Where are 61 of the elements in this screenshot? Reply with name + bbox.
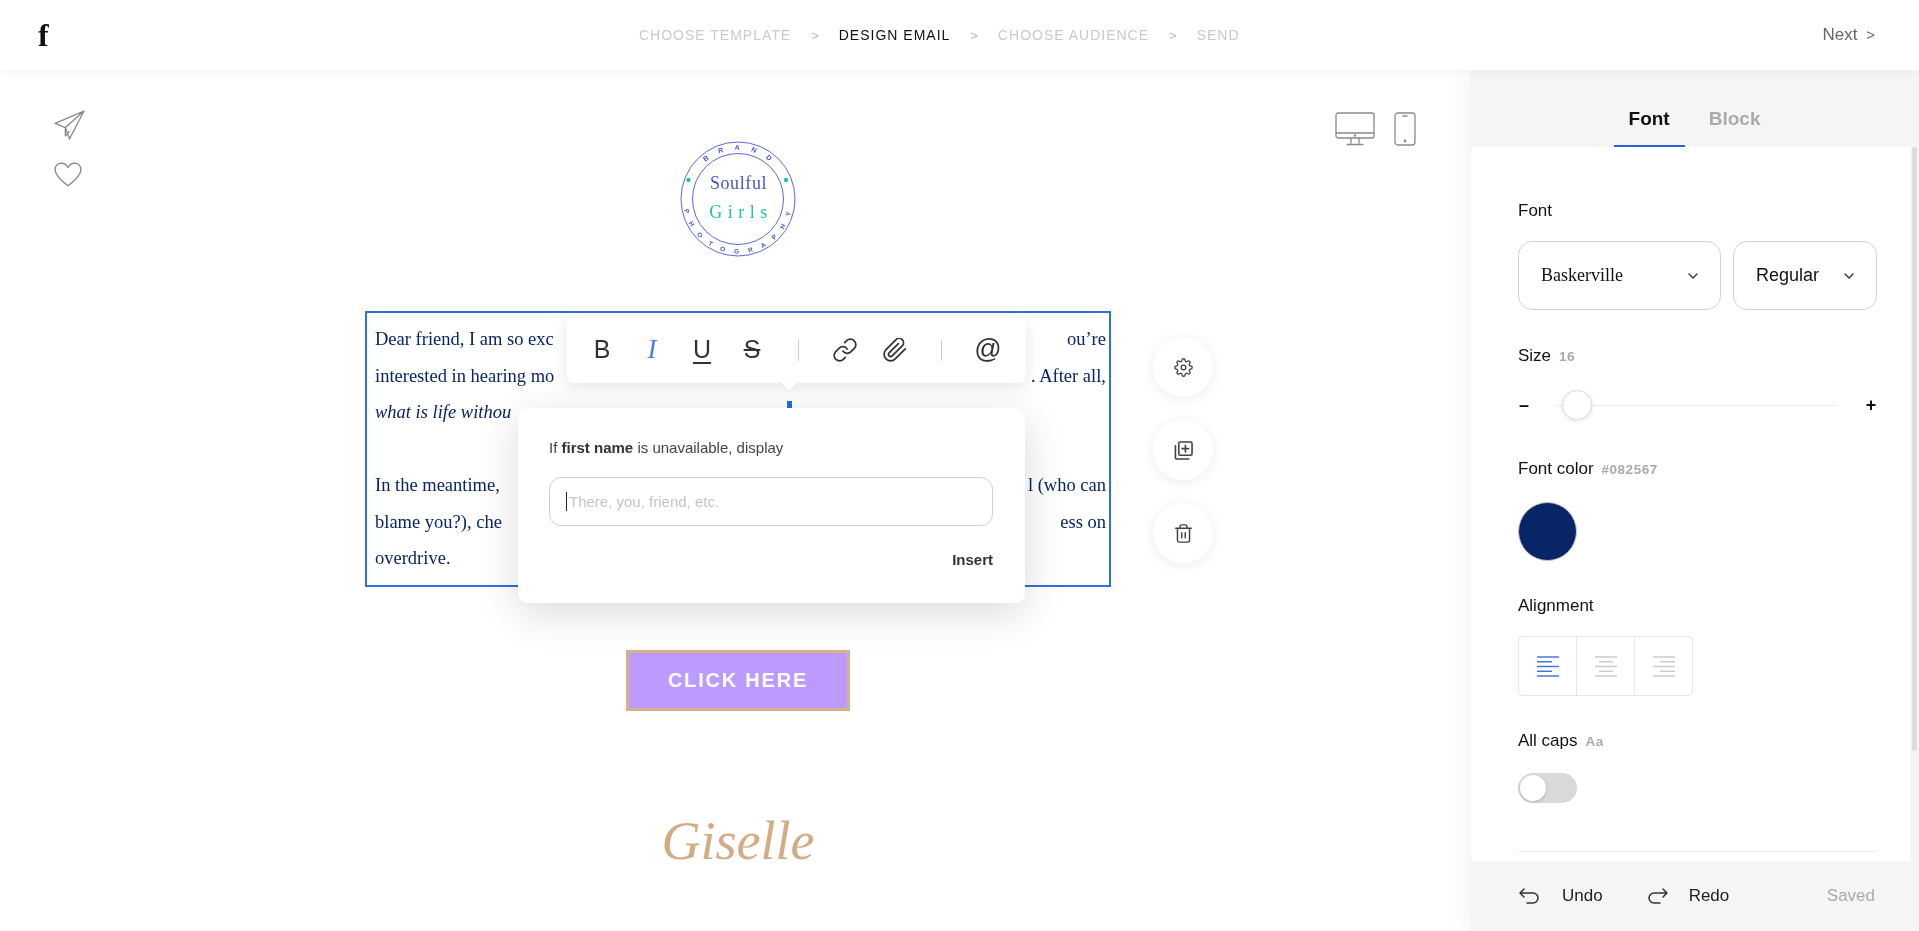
- signature-text: Giselle: [661, 809, 815, 873]
- scrollbar-thumb[interactable]: [1912, 147, 1917, 751]
- body-text: l (who can: [1027, 474, 1106, 497]
- mention-button[interactable]: @: [966, 327, 1010, 372]
- underline-button[interactable]: U: [680, 327, 724, 372]
- align-right-icon: [1651, 655, 1676, 677]
- heart-icon[interactable]: [54, 162, 82, 187]
- step-link[interactable]: DESIGN EMAIL: [838, 27, 951, 43]
- body-text: ess on: [1060, 510, 1106, 534]
- field-label: Font color: [1518, 458, 1594, 480]
- body-text: In the meantime,: [375, 474, 500, 497]
- slider-thumb[interactable]: [1561, 390, 1592, 420]
- monitor-icon[interactable]: [1335, 112, 1375, 146]
- caps-hint: Aa: [1585, 733, 1604, 751]
- font-weight-select[interactable]: Regular: [1733, 241, 1877, 310]
- text-cursor-icon: [787, 401, 792, 408]
- field-label: Font: [1518, 200, 1553, 222]
- align-left-icon: [1535, 655, 1560, 677]
- next-button[interactable]: Next >: [1822, 25, 1875, 45]
- trash-icon: [1173, 523, 1193, 543]
- undo-button[interactable]: Undo: [1518, 886, 1603, 906]
- body-text: . After all,: [1031, 364, 1106, 388]
- body-text: interested in hearing mo: [375, 364, 555, 388]
- step-separator: >: [811, 27, 819, 43]
- body-text: overdrive.: [375, 547, 451, 570]
- duplicate-icon: [1173, 440, 1193, 460]
- align-left-button[interactable]: [1518, 636, 1577, 696]
- chevron-down-icon: [1844, 272, 1854, 279]
- field-label: Size: [1518, 345, 1552, 367]
- body-text: what is life withou: [375, 401, 512, 424]
- align-center-icon: [1593, 655, 1618, 677]
- step-separator: >: [970, 27, 978, 43]
- insert-button[interactable]: Insert: [952, 551, 993, 569]
- body-text: ou’re: [1066, 328, 1106, 351]
- undo-icon: [1518, 886, 1542, 906]
- save-status: Saved: [1826, 886, 1875, 906]
- italic-button[interactable]: I: [630, 327, 674, 372]
- size-value: 16: [1559, 348, 1576, 366]
- fallback-input[interactable]: There, you, friend, etc.: [549, 477, 993, 526]
- paperclip-icon: [883, 337, 907, 362]
- strikethrough-button[interactable]: S: [730, 327, 774, 372]
- bold-button[interactable]: B: [580, 327, 624, 372]
- all-caps-toggle[interactable]: [1518, 773, 1577, 803]
- phone-icon[interactable]: [1394, 112, 1416, 146]
- logo-title: Soulful: [709, 173, 768, 193]
- step-separator: >: [1169, 27, 1177, 43]
- logo[interactable]: f: [38, 18, 56, 52]
- gear-icon: [1173, 357, 1193, 377]
- color-hex-value: #082567: [1601, 461, 1658, 479]
- body-text: blame you?), che: [375, 510, 502, 534]
- chevron-down-icon: [1688, 272, 1698, 279]
- field-label: All caps: [1518, 730, 1578, 752]
- redo-button[interactable]: Redo: [1644, 886, 1730, 906]
- decrease-button[interactable]: –: [1518, 394, 1530, 416]
- field-label: Alignment: [1518, 595, 1594, 617]
- increase-button[interactable]: +: [1865, 394, 1877, 416]
- body-text: Dear friend, I am so exc: [375, 328, 554, 351]
- paper-plane-icon[interactable]: [54, 110, 85, 140]
- popup-prompt: If first name is unavailable, display: [549, 439, 785, 457]
- link-icon: [833, 337, 857, 362]
- font-family-select[interactable]: Baskerville: [1518, 241, 1721, 310]
